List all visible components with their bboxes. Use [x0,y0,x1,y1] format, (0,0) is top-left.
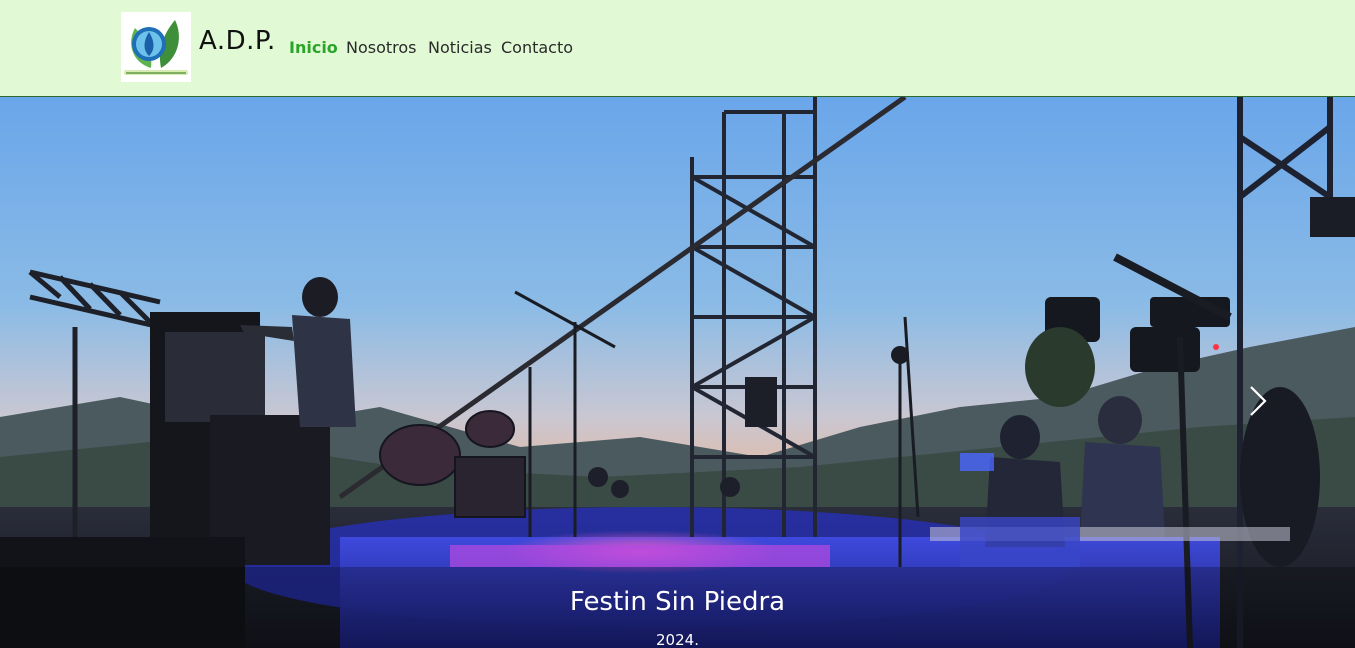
leaf-water-logo-icon [121,12,191,82]
carousel-caption-text: 2024. [656,631,699,648]
navbar: A.D.P. Inicio Nosotros Noticias Contacto [0,0,1355,97]
nav-item-nosotros[interactable]: Nosotros [346,38,417,57]
logo-icon[interactable] [121,12,191,82]
nav-item-inicio[interactable]: Inicio [289,38,338,57]
nav-item-noticias[interactable]: Noticias [428,38,492,57]
nav-item-contacto[interactable]: Contacto [501,38,573,57]
hero-carousel: Festin Sin Piedra 2024. [0,97,1355,648]
carousel-caption-title: Festin Sin Piedra [569,587,786,617]
brand-name[interactable]: A.D.P. [199,26,276,56]
carousel-next-button[interactable] [1235,379,1279,423]
chevron-right-icon [1250,386,1267,416]
concert-stage-photo [0,97,1355,648]
